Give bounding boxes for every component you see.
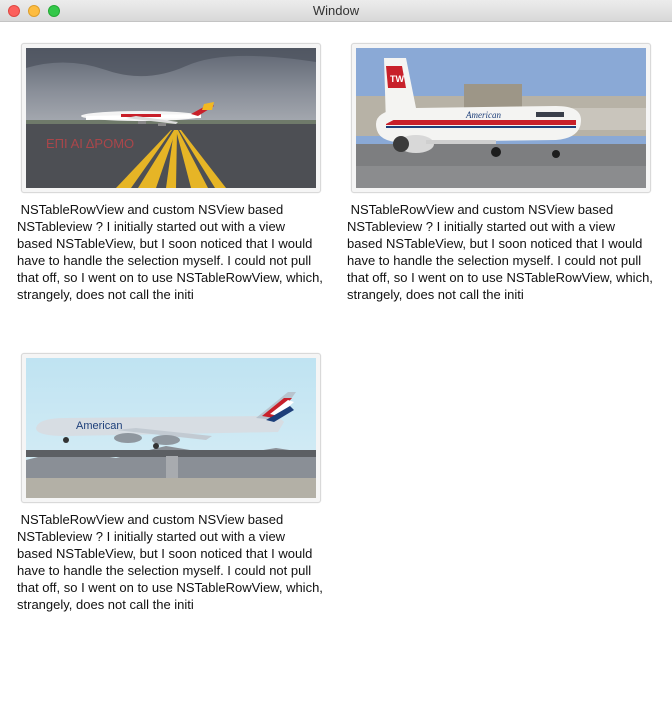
app-window: Window ΕΠΙ ΑΙ ΔΡΟΜΟ NSTableRowView and c… (0, 0, 672, 722)
image-frame[interactable]: American (21, 353, 321, 503)
title-bar[interactable]: Window (0, 0, 672, 22)
svg-text:ΕΠΙ ΑΙ ΔΡΟΜΟ: ΕΠΙ ΑΙ ΔΡΟΜΟ (46, 136, 134, 151)
image-frame[interactable]: ΕΠΙ ΑΙ ΔΡΟΜΟ (21, 43, 321, 193)
svg-text:American: American (76, 420, 122, 432)
airplane-american-retro-photo: TW American (356, 48, 646, 188)
window-title: Window (312, 3, 360, 18)
item-caption: NSTableRowView and custom NSView based N… (17, 202, 327, 302)
item-caption: NSTableRowView and custom NSView based N… (347, 202, 657, 302)
image-frame[interactable]: TW American (351, 43, 651, 193)
svg-text:TW: TW (390, 74, 404, 84)
svg-text:American: American (465, 110, 501, 120)
airplane-american-landing-photo: American (26, 358, 316, 498)
airplane-iberia-photo: ΕΠΙ ΑΙ ΔΡΟΜΟ (26, 48, 316, 188)
collection-view[interactable]: ΕΠΙ ΑΙ ΔΡΟΜΟ NSTableRowView and custom N… (0, 22, 672, 722)
item-caption: NSTableRowView and custom NSView based N… (17, 512, 327, 612)
